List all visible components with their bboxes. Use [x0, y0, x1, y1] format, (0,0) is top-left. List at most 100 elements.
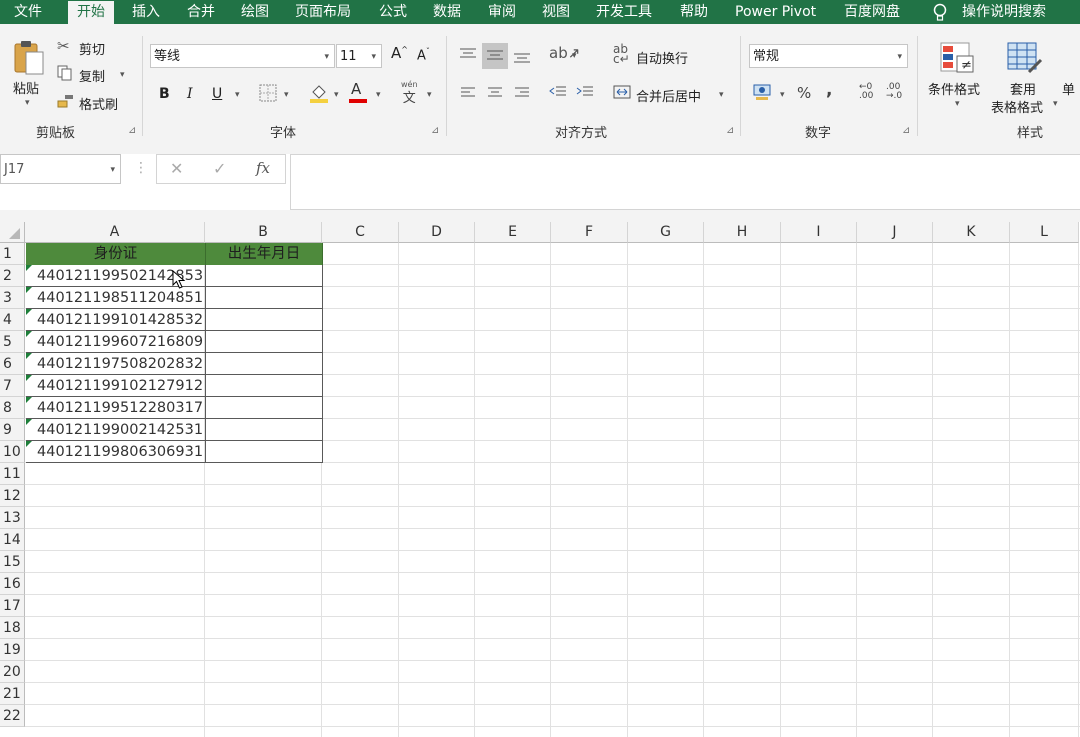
- row-header-14[interactable]: 14: [0, 529, 25, 551]
- column-header-b[interactable]: B: [205, 222, 322, 243]
- bold-button[interactable]: B: [159, 86, 170, 102]
- tab-view[interactable]: 视图: [542, 0, 570, 24]
- wrap-text-button[interactable]: 自动换行: [636, 48, 688, 67]
- alignment-launcher-icon[interactable]: ⊿: [726, 125, 734, 136]
- tab-draw[interactable]: 绘图: [241, 0, 269, 24]
- cell-b8[interactable]: [206, 397, 323, 419]
- tab-insert[interactable]: 插入: [132, 0, 160, 24]
- shrink-font-button[interactable]: Aˇ: [417, 47, 430, 63]
- column-header-l[interactable]: L: [1010, 222, 1079, 243]
- cell-a4[interactable]: 440121199101428532: [26, 309, 206, 331]
- cell-a7[interactable]: 440121199102127912: [26, 375, 206, 397]
- tab-page-layout[interactable]: 页面布局: [295, 0, 351, 24]
- format-painter-button[interactable]: 格式刷: [79, 94, 118, 113]
- paste-icon[interactable]: [12, 38, 46, 80]
- column-header-g[interactable]: G: [628, 222, 704, 243]
- decrease-decimal-button[interactable]: .00 →.0: [886, 83, 902, 101]
- select-all-button[interactable]: [0, 222, 25, 243]
- column-header-i[interactable]: I: [781, 222, 857, 243]
- cell-styles-button[interactable]: 单: [1062, 79, 1075, 98]
- column-header-e[interactable]: E: [475, 222, 551, 243]
- cell-b9[interactable]: [206, 419, 323, 441]
- column-header-c[interactable]: C: [322, 222, 399, 243]
- tab-review[interactable]: 审阅: [488, 0, 516, 24]
- row-header-21[interactable]: 21: [0, 683, 25, 705]
- worksheet-grid[interactable]: ABCDEFGHIJKL 1 2 3 4 5 6 7 8 9 10 11 12 13 14 15 16 17 18…: [0, 222, 1080, 737]
- column-header-d[interactable]: D: [399, 222, 475, 243]
- cell-b2[interactable]: [206, 265, 323, 287]
- column-header-f[interactable]: F: [551, 222, 628, 243]
- font-name-select[interactable]: 等线 ▾: [150, 44, 335, 68]
- cell-b6[interactable]: [206, 353, 323, 375]
- align-top-icon[interactable]: [458, 46, 478, 66]
- cell-a10[interactable]: 440121199806306931: [26, 441, 206, 463]
- font-launcher-icon[interactable]: ⊿: [431, 125, 439, 136]
- row-header-16[interactable]: 16: [0, 573, 25, 595]
- enter-icon[interactable]: ✓: [213, 159, 226, 178]
- increase-indent-icon[interactable]: [576, 85, 594, 105]
- merge-center-button[interactable]: 合并后居中: [636, 86, 701, 105]
- column-header-h[interactable]: H: [704, 222, 781, 243]
- row-header-7[interactable]: 7: [0, 375, 25, 397]
- italic-button[interactable]: I: [187, 86, 193, 102]
- conditional-format-button[interactable]: 条件格式: [928, 79, 980, 98]
- row-header-2[interactable]: 2: [0, 265, 25, 287]
- row-header-6[interactable]: 6: [0, 353, 25, 375]
- comma-button[interactable]: ,: [826, 80, 832, 100]
- tab-developer[interactable]: 开发工具: [596, 0, 652, 24]
- row-header-13[interactable]: 13: [0, 507, 25, 529]
- tab-data[interactable]: 数据: [433, 0, 461, 24]
- formula-input[interactable]: [290, 154, 1080, 210]
- row-header-8[interactable]: 8: [0, 397, 25, 419]
- row-header-11[interactable]: 11: [0, 463, 25, 485]
- insert-function-icon[interactable]: fx: [256, 159, 270, 177]
- fill-color-icon[interactable]: [308, 82, 330, 108]
- cell-a9[interactable]: 440121199002142531: [26, 419, 206, 441]
- align-middle-icon[interactable]: [482, 43, 508, 69]
- font-color-dropdown-icon[interactable]: ▾: [376, 90, 381, 100]
- format-as-table-line1[interactable]: 套用: [1010, 79, 1036, 98]
- font-color-icon[interactable]: A: [349, 80, 367, 103]
- cut-button[interactable]: 剪切: [79, 39, 105, 58]
- name-box[interactable]: J17 ▾: [0, 154, 121, 184]
- cell-a1[interactable]: 身份证: [26, 243, 206, 265]
- accounting-format-icon[interactable]: [753, 82, 773, 106]
- row-header-12[interactable]: 12: [0, 485, 25, 507]
- drag-handle-icon[interactable]: ⋮: [134, 160, 148, 176]
- tab-merge[interactable]: 合并: [187, 0, 215, 24]
- phonetic-dropdown-icon[interactable]: ▾: [427, 90, 432, 100]
- cell-a8[interactable]: 440121199512280317: [26, 397, 206, 419]
- row-header-5[interactable]: 5: [0, 331, 25, 353]
- tab-file[interactable]: 文件: [14, 0, 42, 24]
- copy-dropdown-icon[interactable]: ▾: [120, 70, 125, 80]
- cell-b10[interactable]: [206, 441, 323, 463]
- tab-baidu-netdisk[interactable]: 百度网盘: [844, 0, 900, 24]
- number-format-select[interactable]: 常规 ▾: [749, 44, 908, 68]
- tab-power-pivot[interactable]: Power Pivot: [735, 0, 816, 24]
- align-bottom-icon[interactable]: [512, 48, 532, 68]
- paste-button[interactable]: 粘贴: [13, 78, 39, 97]
- conditional-dropdown-icon[interactable]: ▾: [955, 99, 960, 109]
- merge-dropdown-icon[interactable]: ▾: [719, 90, 724, 100]
- row-header-3[interactable]: 3: [0, 287, 25, 309]
- decrease-indent-icon[interactable]: [549, 85, 567, 105]
- cell-b4[interactable]: [206, 309, 323, 331]
- accounting-dropdown-icon[interactable]: ▾: [780, 90, 785, 100]
- cell-a6[interactable]: 440121197508202832: [26, 353, 206, 375]
- cell-b5[interactable]: [206, 331, 323, 353]
- cell-b7[interactable]: [206, 375, 323, 397]
- paste-dropdown-icon[interactable]: ▾: [25, 98, 30, 108]
- tab-help[interactable]: 帮助: [680, 0, 708, 24]
- row-header-4[interactable]: 4: [0, 309, 25, 331]
- cancel-icon[interactable]: ✕: [170, 159, 183, 178]
- tab-formulas[interactable]: 公式: [379, 0, 407, 24]
- cell-a5[interactable]: 440121199607216809: [26, 331, 206, 353]
- underline-button[interactable]: U: [212, 86, 222, 102]
- row-header-15[interactable]: 15: [0, 551, 25, 573]
- tell-me-search[interactable]: 操作说明搜索: [962, 0, 1046, 24]
- row-header-9[interactable]: 9: [0, 419, 25, 441]
- border-icon[interactable]: [259, 84, 277, 106]
- format-as-table-dropdown-icon[interactable]: ▾: [1053, 99, 1058, 109]
- cell-b1[interactable]: 出生年月日: [206, 243, 323, 265]
- font-size-select[interactable]: 11 ▾: [336, 44, 382, 68]
